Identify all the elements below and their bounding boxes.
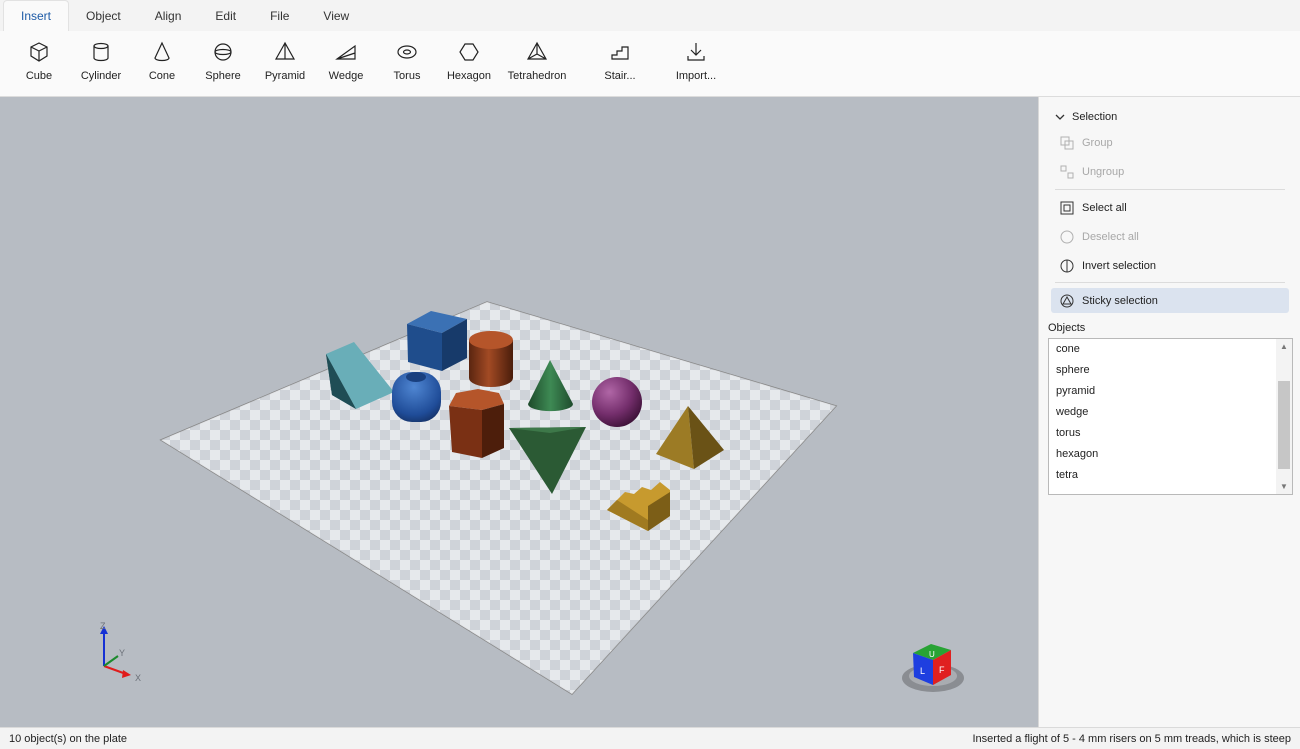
scrollbar-thumb[interactable] [1278,381,1290,469]
view-cube-front: F [939,665,945,675]
status-object-count: 10 object(s) on the plate [9,733,128,745]
cube-object[interactable] [407,311,467,371]
tab-insert[interactable]: Insert [3,0,70,31]
tool-label: Cone [148,70,176,82]
cylinder-icon [93,42,109,62]
tool-label: Cylinder [80,70,122,82]
invert-selection-button[interactable]: Invert selection [1051,253,1289,278]
sticky-selection-toggle[interactable]: Sticky selection [1051,288,1289,313]
selection-panel: Selection Group Ungroup Select all Desel… [1038,97,1300,727]
ungroup-button[interactable]: Ungroup [1051,159,1289,184]
scroll-up-icon[interactable]: ▲ [1280,342,1288,351]
torus-object[interactable] [392,372,441,422]
list-item[interactable]: pyramid [1049,381,1292,402]
insert-ribbon: Cube Cylinder Cone Sphere Pyramid Wedge … [0,31,1300,97]
tool-label: Tetrahedron [507,70,567,82]
list-item[interactable]: wedge [1049,402,1292,423]
tool-label: Pyramid [264,70,306,82]
hexagon-icon [459,43,479,61]
tetrahedron-icon [526,41,548,60]
cube-icon [30,42,48,62]
axis-label-z: Z [100,621,106,631]
list-item[interactable]: sphere [1049,360,1292,381]
cone-icon [154,41,170,62]
axis-gizmo: Z Y X [100,621,141,683]
status-message: Inserted a flight of 5 - 4 mm risers on … [972,733,1291,745]
tool-label: Cube [25,70,53,82]
invert-selection-label: Invert selection [1082,259,1156,272]
ungroup-icon [1060,165,1074,178]
objects-scrollbar[interactable]: ▲ ▼ [1276,339,1292,494]
ungroup-label: Ungroup [1082,165,1125,178]
selection-section-header[interactable]: Selection [1055,111,1117,123]
sticky-selection-label: Sticky selection [1082,294,1158,307]
view-cube-top: U [929,650,935,659]
list-item[interactable]: torus [1049,423,1292,444]
objects-list[interactable]: cone sphere pyramid wedge torus hexagon … [1048,338,1293,495]
insert-cube-button[interactable]: Cube [9,41,69,89]
panel-divider [1055,282,1285,283]
tool-label: Hexagon [446,70,492,82]
scene-canvas[interactable]: Z Y X U L F [0,97,1038,727]
group-button[interactable]: Group [1051,130,1289,155]
deselect-all-icon [1060,230,1074,243]
wedge-icon [335,44,356,60]
selection-header-label: Selection [1072,111,1118,123]
axis-label-y: Y [119,648,125,658]
select-all-icon [1060,201,1074,214]
sticky-selection-icon [1060,294,1074,307]
menu-tabbar: Insert Object Align Edit File View [0,0,1300,31]
list-item[interactable]: tetra [1049,465,1292,486]
select-all-label: Select all [1082,201,1127,214]
insert-stair-button[interactable]: Stair... [590,41,650,89]
tool-label: Torus [393,70,421,82]
objects-title: Objects [1048,322,1086,334]
tab-object[interactable]: Object [69,0,138,31]
chevron-down-icon [1055,114,1065,120]
import-icon [687,43,705,61]
insert-cylinder-button[interactable]: Cylinder [71,41,131,89]
sphere-icon [214,43,232,61]
insert-sphere-button[interactable]: Sphere [193,41,253,89]
insert-cone-button[interactable]: Cone [132,41,192,89]
deselect-all-button[interactable]: Deselect all [1051,224,1289,249]
group-icon [1060,136,1074,149]
insert-hexagon-button[interactable]: Hexagon [439,41,499,89]
list-item[interactable]: hexagon [1049,444,1292,465]
panel-divider [1055,189,1285,190]
select-all-button[interactable]: Select all [1051,195,1289,220]
insert-tetrahedron-button[interactable]: Tetrahedron [507,41,567,89]
pyramid-icon [274,41,296,60]
insert-pyramid-button[interactable]: Pyramid [255,41,315,89]
status-bar: 10 object(s) on the plate Inserted a fli… [0,727,1300,749]
torus-icon [397,45,417,59]
view-cube[interactable]: U L F [902,644,964,692]
stair-icon [611,46,629,60]
tool-label: Import... [675,70,717,82]
3d-viewport[interactable]: Z Y X U L F [0,97,1038,727]
hexagon-object[interactable] [449,389,504,458]
view-cube-left: L [920,666,925,676]
list-item[interactable]: cone [1049,339,1292,360]
group-label: Group [1082,136,1113,149]
tab-edit[interactable]: Edit [198,0,253,31]
insert-torus-button[interactable]: Torus [377,41,437,89]
tool-label: Sphere [205,70,241,82]
import-button[interactable]: Import... [666,41,726,89]
insert-wedge-button[interactable]: Wedge [316,41,376,89]
tool-label: Wedge [328,70,364,82]
axis-label-x: X [135,673,141,683]
deselect-all-label: Deselect all [1082,230,1139,243]
sphere-object[interactable] [592,377,642,427]
tab-file[interactable]: File [253,0,306,31]
invert-selection-icon [1060,259,1074,272]
tool-label: Stair... [604,70,636,82]
tab-align[interactable]: Align [138,0,199,31]
tab-view[interactable]: View [306,0,366,31]
scroll-down-icon[interactable]: ▼ [1280,482,1288,491]
cylinder-object[interactable] [469,331,513,387]
